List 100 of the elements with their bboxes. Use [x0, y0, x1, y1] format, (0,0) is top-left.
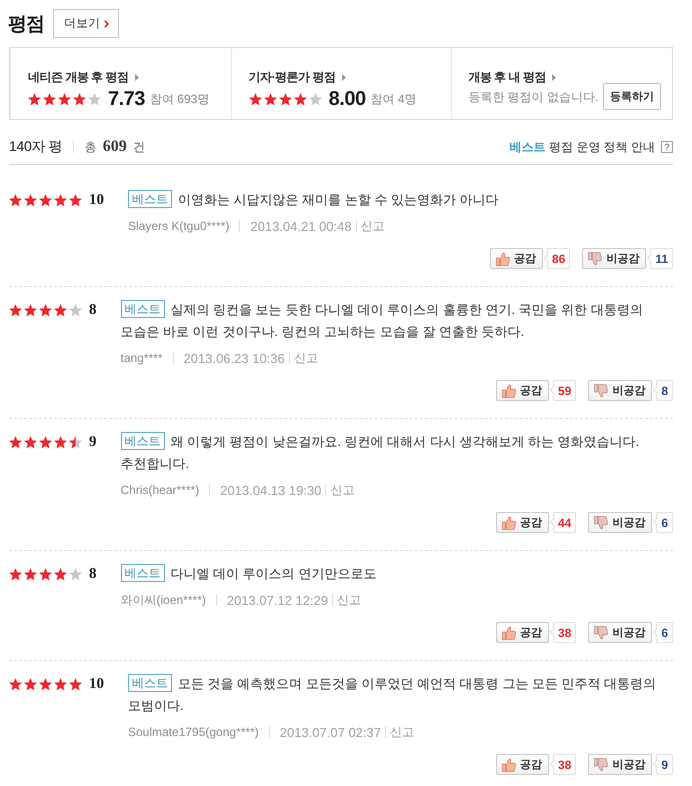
star-icon [9, 436, 22, 448]
best-badge: 베스트 [120, 432, 164, 450]
star-icon [54, 678, 67, 690]
more-button[interactable]: 더보기 [53, 9, 119, 38]
empty-rating-message: 등록한 평점이 없습니다. [468, 89, 598, 105]
author-name: tang**** [120, 351, 163, 365]
dislike-button[interactable]: 비공감 [582, 248, 646, 269]
like-count: 38 [548, 622, 576, 643]
star-icon [69, 436, 82, 448]
list-title: 140자 평 [9, 138, 62, 156]
dislike-count: 8 [652, 380, 673, 401]
like-count: 38 [548, 754, 576, 775]
review-text: 베스트 왜 이렇게 평점이 낮은걸까요. 링컨에 대해서 다시 생각해보게 하는 영화였습니다. 추천합니다. [120, 431, 640, 473]
review-date: 2013.04.21 00:48 [250, 218, 352, 234]
thumbs-down-icon [594, 758, 608, 772]
star-icon [88, 92, 101, 106]
review-text: 베스트 모든 것을 예측했으며 모든것을 이루었던 예언적 대통령 그는 모든 민주적 대통령의 모범이다. [128, 673, 658, 715]
dislike-count: 11 [646, 248, 673, 269]
author-name: Slayers K(tgu0****) [128, 219, 230, 233]
star-icon [69, 194, 82, 206]
star-icon [24, 568, 37, 580]
best-badge: 베스트 [128, 190, 172, 208]
dislike-count: 9 [652, 754, 673, 775]
author-name: 와이씨(ioen****) [120, 592, 206, 608]
thumbs-up-icon [502, 758, 516, 772]
like-button[interactable]: 공감 [490, 248, 543, 269]
review-score: 10 [89, 676, 104, 692]
review-date: 2013.07.07 02:37 [280, 724, 381, 740]
star-icon [39, 678, 52, 690]
star-icon [9, 568, 22, 580]
review-date: 2013.07.12 12:29 [226, 592, 328, 608]
star-icon [264, 92, 277, 106]
star-icon [24, 304, 37, 316]
help-button[interactable]: ? [661, 141, 673, 153]
star-icon [39, 568, 52, 580]
dislike-button[interactable]: 비공감 [588, 512, 652, 533]
review-text: 베스트 이영화는 시답지않은 재미를 논할 수 있는영화가 아니다 [128, 189, 673, 211]
thumbs-down-icon [588, 252, 602, 266]
star-icon [28, 92, 41, 106]
dislike-button[interactable]: 비공감 [588, 754, 652, 775]
total-count: 총 609 건 [84, 138, 146, 156]
star-icon [308, 92, 322, 106]
like-count: 86 [542, 248, 570, 269]
like-button[interactable]: 공감 [496, 622, 549, 643]
thumbs-up-icon [496, 252, 510, 266]
review-score: 9 [89, 434, 96, 450]
like-count: 59 [548, 380, 576, 401]
star-icon [24, 678, 37, 690]
star-icon [248, 92, 262, 106]
star-icon [54, 194, 67, 206]
star-icon [69, 568, 82, 580]
thumbs-down-icon [594, 626, 608, 640]
chevron-icon [104, 20, 109, 28]
star-icon [39, 194, 52, 206]
participant-count: 참여 4명 [370, 90, 417, 108]
thumbs-up-icon [502, 384, 516, 398]
rating-category-link[interactable]: 네티즌 개봉 후 평점 [28, 69, 139, 85]
section-title: 평점 [8, 12, 44, 36]
dislike-button[interactable]: 비공감 [588, 622, 652, 643]
star-icon [24, 194, 37, 206]
thumbs-up-icon [502, 626, 516, 640]
star-icon [39, 436, 52, 448]
review-score: 10 [89, 192, 104, 208]
review-score: 8 [89, 566, 96, 582]
best-badge: 베스트 [120, 564, 164, 582]
like-button[interactable]: 공감 [496, 512, 549, 533]
register-button[interactable]: 등록하기 [603, 83, 661, 110]
thumbs-down-icon [594, 384, 608, 398]
like-button[interactable]: 공감 [496, 754, 549, 775]
best-badge: 베스트 [128, 674, 172, 692]
caret-icon [552, 74, 556, 80]
like-button[interactable]: 공감 [496, 380, 549, 401]
average-score: 8.00 [328, 88, 366, 110]
star-icon [54, 304, 67, 316]
dislike-button[interactable]: 비공감 [588, 380, 652, 401]
review-date: 2013.04.13 19:30 [220, 482, 322, 498]
review-text: 베스트 실제의 링컨을 보는 듯한 다니엘 데이 루이스의 훌륭한 연기. 국민을 위한 대통령의 모습은 바로 이런 것이구나. 링컨의 고뇌하는 모습을 잘 연출한 듯하다. [120, 299, 644, 341]
policy-link[interactable]: 베스트 평점 운영 정책 안내 [510, 138, 655, 156]
like-count: 44 [548, 512, 576, 533]
thumbs-up-icon [502, 516, 516, 530]
star-icon [278, 92, 292, 106]
participant-count: 참여 693명 [150, 90, 210, 108]
author-name: Soulmate1795(gong****) [128, 725, 259, 739]
rating-category-link[interactable]: 개봉 후 내 평점 [468, 69, 556, 85]
star-icon [24, 436, 37, 448]
average-score: 7.73 [108, 88, 145, 110]
caret-icon [134, 74, 139, 80]
star-icon [69, 304, 82, 316]
star-icon [43, 92, 56, 106]
star-icon [69, 678, 82, 690]
rating-category-link[interactable]: 기자·평론가 평점 [248, 69, 346, 85]
review-score: 8 [89, 302, 96, 318]
star-icon [54, 436, 67, 448]
star-icon [294, 92, 307, 106]
star-icon [9, 194, 22, 206]
author-name: Chris(hear****) [120, 483, 200, 497]
star-icon [54, 568, 67, 580]
dislike-count: 6 [652, 622, 673, 643]
star-icon [58, 92, 71, 106]
review-text: 베스트 다니엘 데이 루이스의 연기만으로도 [120, 563, 673, 585]
